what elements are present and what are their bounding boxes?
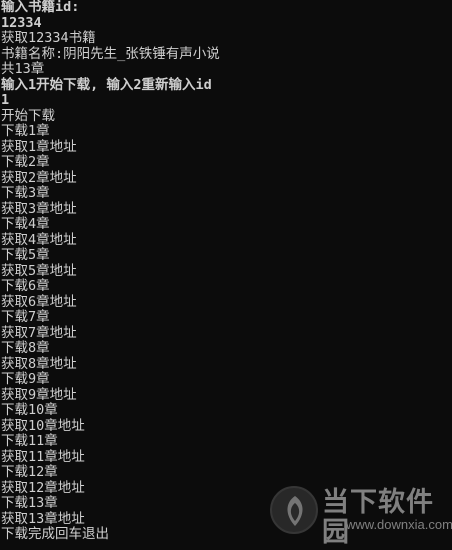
console-line: 获取4章地址 — [1, 231, 77, 248]
console-line: 下载6章 — [1, 278, 50, 294]
console-line: 获取1章地址 — [1, 138, 77, 155]
watermark-url: www.downxia.com — [346, 517, 452, 532]
console-line: 1 — [1, 92, 10, 108]
console-line: 开始下载 — [1, 107, 55, 124]
console-output[interactable]: 输入书籍id: 12334 获取12334书籍 书籍名称:阴阳先生_张铁锤有声小说 共1… — [1, 0, 451, 543]
console-line: 下载4章 — [1, 216, 50, 232]
console-line: 获取12334书籍 — [1, 30, 96, 46]
console-line: 下载9章 — [1, 371, 50, 387]
console-line: 获取11章地址 — [1, 448, 85, 465]
console-line: 共13章 — [1, 61, 45, 77]
console-line: 获取7章地址 — [1, 324, 77, 341]
console-line: 获取10章地址 — [1, 417, 85, 434]
console-line: 下载10章 — [1, 402, 58, 418]
console-line: 下载3章 — [1, 185, 50, 201]
console-line: 获取2章地址 — [1, 169, 77, 186]
watermark: 当下软件园 www.downxia.com — [270, 482, 452, 548]
console-line: 下载1章 — [1, 123, 50, 139]
console-line: 下载12章 — [1, 464, 58, 480]
console-line: 输入1开始下载, 输入2重新输入id — [1, 76, 212, 93]
console-line: 下载2章 — [1, 154, 50, 170]
console-line: 获取5章地址 — [1, 262, 77, 279]
console-line: 12334 — [1, 14, 42, 31]
console-line: 获取3章地址 — [1, 200, 77, 217]
console-line: 获取9章地址 — [1, 386, 77, 403]
console-line: 获取6章地址 — [1, 293, 77, 310]
console-line: 书籍名称:阴阳先生_张铁锤有声小说 — [1, 45, 220, 62]
console-line: 获取8章地址 — [1, 355, 77, 372]
console-line: 下载8章 — [1, 340, 50, 356]
console-line: 下载5章 — [1, 247, 50, 263]
console-line: 下载11章 — [1, 433, 58, 449]
downxia-logo-icon — [270, 486, 318, 534]
console-line: 输入书籍id: — [1, 0, 80, 15]
console-line: 下载7章 — [1, 309, 50, 325]
